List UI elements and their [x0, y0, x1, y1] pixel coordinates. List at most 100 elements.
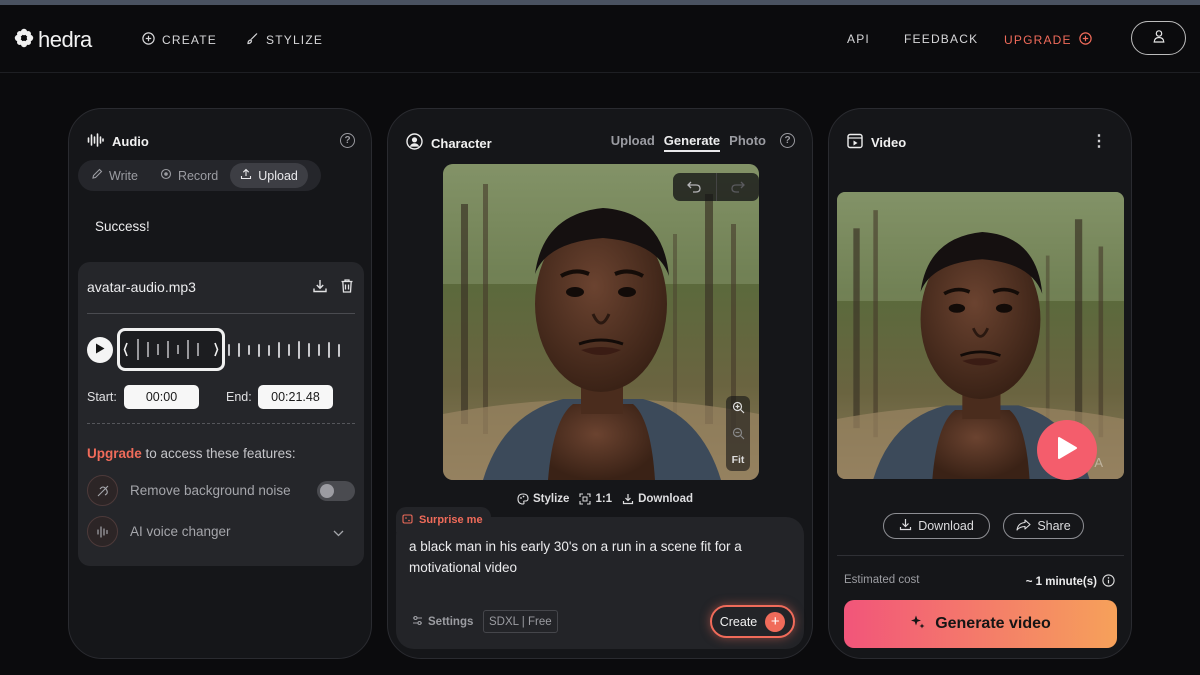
download-icon: [899, 518, 912, 534]
generate-video-label: Generate video: [935, 615, 1051, 632]
audio-trim-selection[interactable]: [117, 328, 225, 371]
stylize-button[interactable]: Stylize: [517, 493, 569, 505]
settings-button[interactable]: Settings: [412, 615, 473, 629]
pencil-icon: [91, 168, 103, 183]
tab-character-upload[interactable]: Upload: [611, 133, 655, 152]
feature-voice-changer-label: AI voice changer: [130, 524, 231, 539]
share-icon: [1016, 518, 1031, 534]
download-icon: [622, 493, 634, 505]
tab-write-label: Write: [109, 168, 138, 183]
audio-waveform[interactable]: [228, 341, 340, 359]
share-label: Share: [1037, 519, 1071, 533]
video-panel-title: Video: [871, 135, 907, 150]
character-panel: Character Upload Generate Photo ? Fit St…: [387, 108, 813, 659]
create-label: Create: [719, 614, 758, 629]
tab-character-generate[interactable]: Generate: [663, 133, 721, 152]
estimated-cost-label: Estimated cost: [844, 574, 920, 586]
nav-feedback-label: FEEDBACK: [904, 32, 979, 46]
flower-icon: [14, 28, 34, 53]
estimated-cost-text: ~ 1 minute(s): [1025, 576, 1097, 588]
model-badge[interactable]: SDXL | Free: [483, 610, 558, 633]
info-icon[interactable]: [1102, 574, 1115, 590]
nav-stylize-label: STYLIZE: [266, 33, 324, 47]
aspect-ratio-button[interactable]: 1:1: [579, 493, 612, 505]
nav-stylize[interactable]: STYLIZE: [246, 32, 323, 48]
prompt-editor: a black man in his early 30's on a run i…: [396, 517, 804, 649]
audio-file-card: avatar-audio.mp3 Start: 00:00 End: 00:21…: [78, 262, 364, 566]
waveform-icon: [87, 133, 104, 150]
tab-upload[interactable]: Upload: [230, 163, 308, 188]
character-source-tabs: Upload Generate Photo: [611, 133, 766, 152]
tab-record[interactable]: Record: [150, 163, 228, 188]
feature-voice-changer[interactable]: AI voice changer: [87, 516, 231, 547]
video-panel-header: Video: [847, 133, 906, 152]
video-icon: [847, 133, 863, 152]
audio-filename: avatar-audio.mp3: [87, 279, 196, 295]
zoom-fit-button[interactable]: Fit: [732, 454, 745, 466]
remove-noise-toggle[interactable]: [317, 481, 355, 501]
play-icon: [1056, 436, 1078, 465]
download-icon[interactable]: [312, 278, 328, 299]
settings-label: Settings: [428, 616, 474, 628]
upgrade-link[interactable]: Upgrade: [87, 446, 142, 461]
video-download-label: Download: [918, 519, 974, 533]
start-time-input[interactable]: 00:00: [124, 385, 199, 409]
file-actions: [312, 278, 354, 299]
card-divider: [87, 313, 355, 314]
audio-source-tabs: Write Record Upload: [78, 160, 321, 191]
upload-icon: [240, 168, 252, 183]
surprise-me-button[interactable]: Surprise me: [396, 507, 491, 532]
zoom-controls: Fit: [726, 396, 750, 471]
character-download-label: Download: [638, 493, 694, 505]
audio-play-button[interactable]: [87, 337, 113, 363]
plus-circle-icon: [142, 32, 155, 48]
trash-icon[interactable]: [340, 278, 354, 299]
zoom-in-icon[interactable]: [732, 401, 745, 417]
brand-name: hedra: [38, 27, 92, 52]
end-time-input[interactable]: 00:21.48: [258, 385, 333, 409]
surprise-me-label: Surprise me: [419, 513, 483, 526]
voice-changer-icon: [87, 516, 118, 547]
nav-upgrade-label: UPGRADE: [1004, 33, 1072, 47]
stylize-label: Stylize: [533, 493, 570, 505]
character-panel-header: Character: [406, 133, 492, 153]
top-navbar: hedra CREATE STYLIZE API FEEDBACK UPGRAD…: [0, 5, 1200, 73]
tab-record-label: Record: [177, 168, 219, 183]
character-download-button[interactable]: Download: [622, 493, 693, 505]
character-help-icon[interactable]: ?: [780, 133, 795, 148]
plus-icon: +: [765, 611, 786, 632]
user-menu-button[interactable]: [1131, 21, 1186, 55]
redo-icon[interactable]: [715, 173, 760, 201]
video-download-button[interactable]: Download: [883, 513, 990, 539]
video-divider: [837, 555, 1124, 556]
brush-icon: [246, 32, 259, 48]
tab-upload-label: Upload: [258, 168, 298, 183]
zoom-out-icon[interactable]: [732, 427, 745, 443]
nav-create-label: CREATE: [162, 33, 217, 47]
end-label: End:: [226, 390, 252, 404]
card-divider-dashed: [87, 423, 355, 424]
nav-api[interactable]: API: [847, 32, 870, 46]
more-options-icon[interactable]: ⋮: [1091, 131, 1107, 151]
prompt-textarea[interactable]: a black man in his early 30's on a run i…: [409, 536, 789, 578]
tab-write[interactable]: Write: [81, 163, 148, 188]
user-icon: [1152, 29, 1166, 48]
generate-video-button[interactable]: Generate video: [844, 600, 1117, 648]
create-button[interactable]: Create +: [710, 605, 795, 638]
user-circle-icon: [406, 133, 423, 153]
brand-logo[interactable]: hedra: [14, 27, 92, 53]
character-image[interactable]: [443, 164, 759, 480]
chevron-down-icon[interactable]: [333, 524, 344, 542]
audio-help-icon[interactable]: ?: [340, 133, 355, 148]
nav-create[interactable]: CREATE: [142, 32, 217, 48]
tab-character-photo[interactable]: Photo: [729, 133, 766, 152]
image-actions: Stylize 1:1 Download: [517, 493, 693, 505]
play-icon: [95, 341, 105, 359]
nav-upgrade[interactable]: UPGRADE: [1004, 32, 1092, 48]
share-button[interactable]: Share: [1003, 513, 1084, 539]
undo-icon[interactable]: [673, 173, 716, 201]
video-play-button[interactable]: [1037, 420, 1097, 480]
nav-feedback[interactable]: FEEDBACK: [904, 32, 978, 46]
estimated-cost-value: ~ 1 minute(s): [1026, 574, 1115, 590]
sliders-icon: [412, 615, 423, 629]
